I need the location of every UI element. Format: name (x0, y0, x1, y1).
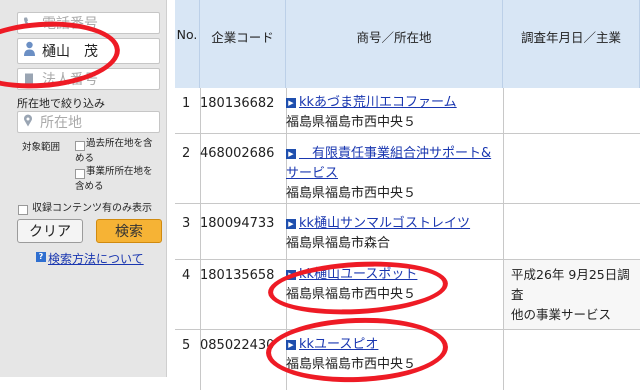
scope-label: 対象範囲 (22, 142, 61, 153)
search-button[interactable]: 検索 (96, 219, 162, 243)
company-code: 085022430 (200, 338, 275, 353)
company-code: 468002686 (200, 146, 275, 161)
row-number: 2 (182, 146, 191, 161)
header-no: No. (175, 0, 200, 88)
map-pin-icon (23, 113, 33, 132)
search-help-link[interactable]: 検索方法について (48, 250, 144, 267)
survey-cell: 平成26年 9月25日調査 他の事業サービス (511, 265, 640, 325)
table-row: 3 180094733 ▶ kk樋山サンマルゴストレイツ 福島県福島市森合 (175, 204, 640, 260)
past-location-label-2: める (75, 153, 95, 164)
branch-location-label: 事業所所在地を (86, 166, 153, 177)
company-code: 180135658 (200, 268, 275, 283)
row-number: 1 (182, 96, 191, 111)
company-link[interactable]: kk樋山サンマルゴストレイツ (299, 216, 470, 231)
row-number: 5 (182, 338, 191, 353)
location-filter-label: 所在地で絞り込み (17, 97, 105, 110)
header-survey: 調査年月日／主業 (503, 0, 640, 88)
location-placeholder: 所在地 (40, 115, 82, 131)
header-name: 商号／所在地 (286, 0, 503, 88)
company-link[interactable]: kkあづま荒川エコファーム (299, 95, 457, 110)
name-cell: ▶ 有限責任事業組合沖サポート&サービス 福島県福島市西中央５ (286, 144, 496, 204)
past-location-checkbox[interactable] (75, 141, 85, 151)
table-row: 2 468002686 ▶ 有限責任事業組合沖サポート&サービス 福島県福島市西… (175, 134, 640, 204)
row-number: 4 (182, 268, 191, 283)
name-cell: ▶ kkあづま荒川エコファーム 福島県福島市西中央５ (286, 93, 496, 133)
name-cell: ▶ kk樋山サンマルゴストレイツ 福島県福島市森合 (286, 214, 496, 254)
results-table: No. 企業コード 商号／所在地 調査年月日／主業 1 180136682 ▶ k… (175, 0, 640, 390)
arrow-icon: ▶ (286, 98, 296, 108)
main-business: 他の事業サービス (511, 307, 612, 322)
past-location-label: 過去所在地を含 (86, 138, 153, 149)
row-number: 3 (182, 216, 191, 231)
branch-location-checkbox[interactable] (75, 169, 85, 179)
table-row: 1 180136682 ▶ kkあづま荒川エコファーム 福島県福島市西中央５ (175, 88, 640, 134)
location-field[interactable]: 所在地 (17, 111, 160, 133)
header-code: 企業コード (200, 0, 286, 88)
contents-only-checkbox[interactable] (18, 205, 28, 215)
clear-button[interactable]: クリア (17, 219, 83, 243)
survey-date: 平成26年 9月25日調査 (511, 267, 630, 302)
company-address: 福島県福島市西中央５ (286, 115, 417, 130)
help-icon: ? (36, 252, 46, 262)
arrow-icon: ▶ (286, 149, 296, 159)
arrow-icon: ▶ (286, 219, 296, 229)
company-address: 福島県福島市森合 (286, 236, 391, 251)
company-code: 180136682 (200, 96, 275, 111)
contents-only-label: 収録コンテンツ有のみ表示 (32, 203, 152, 214)
company-link[interactable]: 有限責任事業組合沖サポート&サービス (286, 146, 491, 181)
company-code: 180094733 (200, 216, 275, 231)
branch-location-label-2: 含める (75, 181, 104, 192)
company-address: 福島県福島市西中央５ (286, 186, 417, 201)
